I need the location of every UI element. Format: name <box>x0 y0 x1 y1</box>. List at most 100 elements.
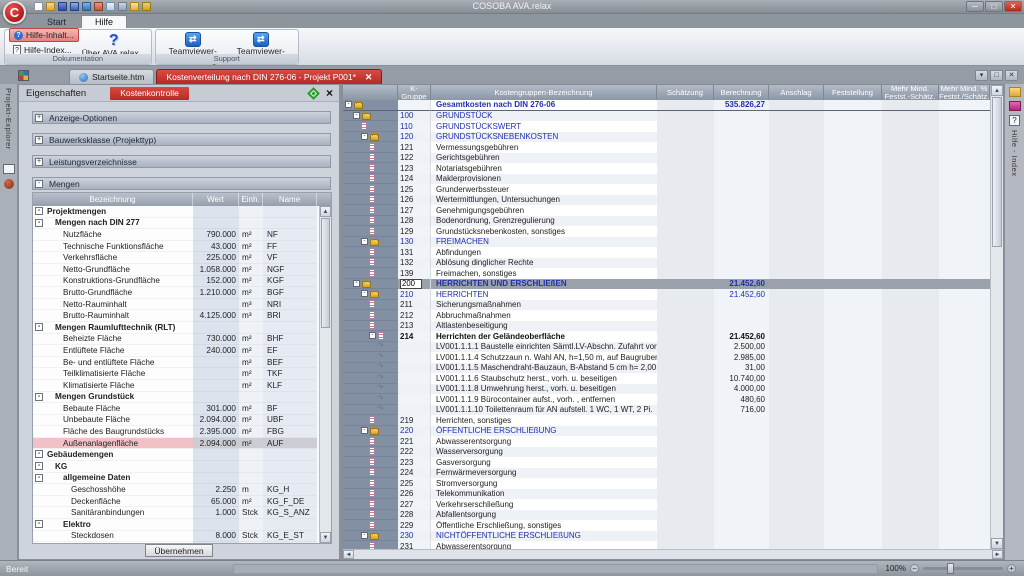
section-mengen[interactable]: -Mengen <box>32 177 331 190</box>
section-leistungsverzeichnisse[interactable]: +Leistungsverzeichnisse <box>32 155 331 168</box>
table-row[interactable]: 211Sicherungsmaßnahmen <box>343 300 990 311</box>
table-row[interactable]: 222Wasserversorgung <box>343 447 990 458</box>
table-row[interactable]: 123Notariatsgebühren <box>343 163 990 174</box>
scroll-right-icon[interactable]: ► <box>992 550 1003 559</box>
book-icon[interactable] <box>1009 101 1021 111</box>
globe-icon[interactable] <box>4 179 14 189</box>
kostenkontrolle-badge[interactable]: Kostenkontrolle <box>110 87 189 100</box>
column-header-name[interactable]: Name <box>263 193 317 206</box>
panel-close-icon[interactable]: × <box>326 88 333 98</box>
tab-kostenverteilung[interactable]: Kostenverteilung nach DIN 276-06 - Proje… <box>156 69 382 84</box>
open-book-icon[interactable] <box>3 164 15 174</box>
table-row[interactable]: 128Bodenordnung, Grenzregulierung <box>343 216 990 227</box>
table-row[interactable]: 225Stromversorgung <box>343 478 990 489</box>
table-row[interactable]: Be- und entlüftete Flächem²BEF <box>33 357 319 369</box>
mdi-restore-button[interactable]: □ <box>990 70 1003 81</box>
table-row[interactable]: Unbebaute Fläche2.094.000m²UBF <box>33 415 319 427</box>
column-header-m1[interactable]: Mehr Mind.Festst.-Schätz. <box>882 85 939 100</box>
table-row[interactable]: 213Altlastenbeseitigung <box>343 321 990 332</box>
column-header-einh[interactable]: Einh. <box>239 193 263 206</box>
table-row[interactable]: ↷LV001.1.1.10 Toilettenraum für AN aufst… <box>343 405 990 416</box>
table-row[interactable]: Deckenfläche65.000m²KG_F_DE <box>33 496 319 508</box>
expander-icon[interactable]: + <box>35 114 43 122</box>
table-row[interactable]: 229Öffentliche Erschließung, sonstiges <box>343 520 990 531</box>
table-row[interactable]: Netto-Rauminhaltm³NRI <box>33 299 319 311</box>
table-row[interactable]: 124Maklerprovisionen <box>343 174 990 185</box>
table-row[interactable]: 126Wertermittlungen, Untersuchungen <box>343 195 990 206</box>
scroll-thumb[interactable] <box>321 218 330 328</box>
table-row[interactable]: -100GRUNDSTÜCK <box>343 111 990 122</box>
mdi-pin-button[interactable]: ▾ <box>975 70 988 81</box>
column-header-a[interactable]: Anschlag <box>769 85 824 100</box>
tab-startseite[interactable]: Startseite.htm <box>69 69 154 84</box>
person-icon[interactable] <box>94 2 103 11</box>
table-row[interactable]: Steckdosen8.000StckKG_E_ST <box>33 531 319 543</box>
kgruppe-edit-box[interactable]: 200 <box>400 279 422 289</box>
table-row[interactable]: Netto-Grundfläche1.058.000m²NGF <box>33 264 319 276</box>
expander-icon[interactable]: - <box>35 474 43 482</box>
table-row[interactable]: Nutzfläche790.000m²NF <box>33 229 319 241</box>
table-row[interactable]: Technische Funktionsfläche43.000m²FF <box>33 241 319 253</box>
table-row[interactable]: ↷LV001.1.1.4 Schutzzaun n. Wahl AN, h=1,… <box>343 352 990 363</box>
table-row[interactable]: 125Grunderwerbssteuer <box>343 184 990 195</box>
expander-icon[interactable]: - <box>35 180 43 188</box>
table-row[interactable]: 212Abbruchmaßnahmen <box>343 310 990 321</box>
lock-icon[interactable] <box>142 2 151 11</box>
expander-icon[interactable]: - <box>353 280 360 287</box>
ribbon-tab-start[interactable]: Start <box>34 16 79 28</box>
table-row[interactable]: 221Abwasserentsorgung <box>343 436 990 447</box>
scroll-up-icon[interactable]: ▲ <box>991 85 1003 96</box>
scroll-down-icon[interactable]: ▼ <box>320 532 331 543</box>
expander-icon[interactable]: - <box>361 290 368 297</box>
column-header-bezeichnung[interactable]: Bezeichnung <box>33 193 193 206</box>
scroll-left-icon[interactable]: ◄ <box>343 550 354 559</box>
folder-icon[interactable] <box>130 2 139 11</box>
scroll-up-icon[interactable]: ▲ <box>320 206 331 217</box>
about-button[interactable]: ? Über AVA.relax... <box>81 31 147 53</box>
table-row[interactable]: -210HERRICHTEN21.452,60 <box>343 289 990 300</box>
table-row[interactable]: Brutto-Grundfläche1.210.000m²BGF <box>33 287 319 299</box>
table-row[interactable]: -230NICHTÖFFENTLICHE ERSCHLIEßUNG <box>343 531 990 542</box>
column-header-b[interactable]: Berechnung <box>714 85 769 100</box>
table-row[interactable]: Entlüftete Fläche240.000m²EF <box>33 345 319 357</box>
table-row[interactable]: -214Herrichten der Geländeoberfläche21.4… <box>343 331 990 342</box>
table-row[interactable]: Geschosshöhe2.250mKG_H <box>33 484 319 496</box>
table-row[interactable]: -130FREIMACHEN <box>343 237 990 248</box>
expander-icon[interactable]: - <box>361 133 368 140</box>
uebernehmen-button[interactable]: Übernehmen <box>145 544 213 557</box>
table-row[interactable]: Konstruktions-Grundfläche152.000m²KGF <box>33 276 319 288</box>
zoom-slider-thumb[interactable] <box>947 563 954 574</box>
expander-icon[interactable]: - <box>361 427 368 434</box>
table-row[interactable]: Sanitäranbindungen1.000StckKG_S_ANZ <box>33 507 319 519</box>
table-row[interactable]: ↷LV001.1.1.9 Bürocontainer aufst., vorh.… <box>343 394 990 405</box>
column-header-wert[interactable]: Wert <box>193 193 239 206</box>
table-row[interactable]: 219Herrichten, sonstiges <box>343 415 990 426</box>
table-row[interactable]: 139Freimachen, sonstiges <box>343 268 990 279</box>
cost-vscrollbar[interactable]: ▲ ▼ <box>990 85 1003 549</box>
expander-icon[interactable]: - <box>35 450 43 458</box>
expander-icon[interactable]: - <box>345 101 352 108</box>
table-row[interactable]: Außenanlagenfläche2.094.000m²AUF <box>33 438 319 450</box>
table-row[interactable]: -200HERRICHTEN UND ERSCHLIEßEN21.452,60 <box>343 279 990 290</box>
zoom-in-button[interactable]: + <box>1007 564 1016 573</box>
table-row[interactable]: -allgemeine Daten <box>33 473 319 485</box>
table-row[interactable]: 127Genehmigungsgebühren <box>343 205 990 216</box>
section-bauwerksklasse-projekttyp-[interactable]: +Bauwerksklasse (Projekttyp) <box>32 133 331 146</box>
table-row[interactable]: Schalter4.000StckKG_E_SC <box>33 542 319 543</box>
hilfe-index-rail-label[interactable]: Hilfe - Index <box>1010 130 1019 177</box>
table-row[interactable]: ↷LV001.1.1.1 Baustelle einrichten Sämtl.… <box>343 342 990 353</box>
table-row[interactable]: Teilklimatisierte Flächem²TKF <box>33 368 319 380</box>
column-header-kg[interactable]: K-Gruppe <box>398 85 431 100</box>
table-row[interactable]: -Gesamtkosten nach DIN 276-06535.826,27 <box>343 100 990 111</box>
table-row[interactable]: -Mengen nach DIN 277 <box>33 218 319 230</box>
table-row[interactable]: ↷LV001.1.1.6 Staubschutz herst., vorh. u… <box>343 373 990 384</box>
save-icon[interactable] <box>58 2 67 11</box>
maximize-button[interactable]: □ <box>985 1 1003 12</box>
table-row[interactable]: 129Grundstücksnebenkosten, sonstiges <box>343 226 990 237</box>
table-row[interactable]: 110GRUNDSTÜCKSWERT <box>343 121 990 132</box>
table-row[interactable]: ↷LV001.1.1.8 Umwehrung herst., vorh. u. … <box>343 384 990 395</box>
dock-icon[interactable] <box>307 87 320 100</box>
table-row[interactable]: Klimatisierte Flächem²KLF <box>33 380 319 392</box>
table-row[interactable]: Verkehrsfläche225.000m²VF <box>33 252 319 264</box>
table-row[interactable]: 227Verkehrserschließung <box>343 499 990 510</box>
